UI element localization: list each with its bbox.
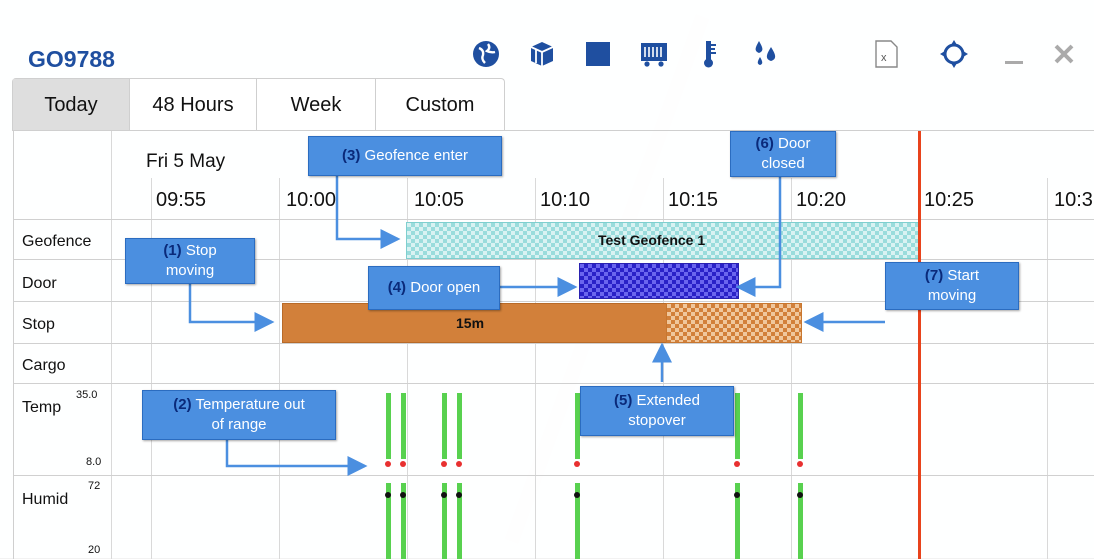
temp-max-label: 35.0 bbox=[76, 389, 98, 401]
humid-reading-dot bbox=[400, 492, 406, 498]
time-tick: 10:15 bbox=[668, 189, 719, 211]
temp-min-label: 8.0 bbox=[86, 456, 102, 468]
callout-number: (6) bbox=[755, 135, 774, 152]
callout-text: Door open bbox=[406, 279, 481, 296]
current-time-line bbox=[918, 131, 921, 559]
callout-text: Stop bbox=[181, 242, 217, 259]
temp-alert-dot bbox=[734, 461, 740, 467]
temp-alert-dot bbox=[456, 461, 462, 467]
callout-stop-moving: (1) Stop moving bbox=[125, 238, 255, 284]
temp-alert-dot bbox=[797, 461, 803, 467]
temp-alert-dot bbox=[400, 461, 406, 467]
time-tick: 10:10 bbox=[540, 189, 591, 211]
minimize-icon[interactable] bbox=[996, 36, 1032, 72]
callout-text: Geofence enter bbox=[360, 147, 468, 164]
svg-text:x: x bbox=[881, 52, 887, 64]
row-label-geofence: Geofence bbox=[22, 233, 92, 250]
square-icon[interactable] bbox=[580, 36, 616, 72]
callout-door-open: (4) Door open bbox=[368, 266, 500, 310]
callout-number: (4) bbox=[387, 279, 407, 296]
timeline-grid: Fri 5 May 09:55 10:00 10:05 10:10 10:15 … bbox=[13, 130, 1094, 559]
callout-text: moving bbox=[927, 287, 977, 304]
bus-icon[interactable] bbox=[636, 36, 672, 72]
excel-export-icon[interactable]: x bbox=[868, 36, 904, 72]
row-label-door: Door bbox=[22, 275, 57, 292]
close-icon[interactable] bbox=[1046, 36, 1082, 72]
humid-reading-dot bbox=[385, 492, 391, 498]
thermometer-icon[interactable] bbox=[692, 36, 728, 72]
temp-bar bbox=[735, 393, 740, 459]
time-tick: 09:55 bbox=[156, 189, 207, 211]
callout-geofence-enter: (3) Geofence enter bbox=[308, 136, 502, 176]
tab-today[interactable]: Today bbox=[13, 79, 130, 131]
callout-text: Start bbox=[943, 267, 980, 284]
temp-bar bbox=[442, 393, 447, 459]
humid-reading-dot bbox=[456, 492, 462, 498]
row-label-stop: Stop bbox=[22, 316, 55, 333]
humid-reading-dot bbox=[734, 492, 740, 498]
temp-bar bbox=[457, 393, 462, 459]
stop-duration-label: 15m bbox=[456, 315, 485, 331]
callout-text: stopover bbox=[628, 412, 686, 429]
temp-bar bbox=[798, 393, 803, 459]
time-tick: 10:20 bbox=[796, 189, 847, 211]
humid-min-label: 20 bbox=[88, 544, 101, 556]
tab-48-hours[interactable]: 48 Hours bbox=[130, 79, 257, 131]
timeline-date: Fri 5 May bbox=[146, 151, 226, 172]
callout-number: (1) bbox=[163, 242, 182, 259]
temp-bar bbox=[386, 393, 391, 459]
timeline-panel: GO9788 x Today 48 Hours Week Custom Fri … bbox=[0, 0, 1094, 559]
callout-start-moving: (7) Start moving bbox=[885, 262, 1019, 310]
callout-text: moving bbox=[165, 262, 215, 279]
tab-custom[interactable]: Custom bbox=[376, 79, 504, 131]
humid-max-label: 72 bbox=[88, 480, 101, 492]
temp-alert-dot bbox=[574, 461, 580, 467]
time-tick: 10:3 bbox=[1054, 189, 1093, 211]
cube-icon[interactable] bbox=[524, 36, 560, 72]
callout-door-closed: (6) Door closed bbox=[730, 131, 836, 177]
time-tick: 10:00 bbox=[286, 189, 337, 211]
humid-reading-dot bbox=[797, 492, 803, 498]
row-label-cargo: Cargo bbox=[22, 357, 66, 374]
callout-text: closed bbox=[761, 155, 805, 172]
row-label-temp: Temp bbox=[22, 399, 62, 416]
callout-text: Temperature out bbox=[191, 396, 305, 413]
crosshair-icon[interactable] bbox=[936, 36, 972, 72]
temp-alert-dot bbox=[441, 461, 447, 467]
callout-number: (2) bbox=[173, 396, 192, 413]
vehicle-title: GO9788 bbox=[28, 46, 115, 72]
time-tick: 10:05 bbox=[414, 189, 465, 211]
row-label-humid: Humid bbox=[22, 491, 69, 508]
droplets-icon[interactable] bbox=[748, 36, 784, 72]
door-open-bar[interactable] bbox=[579, 263, 739, 299]
time-tick: 10:25 bbox=[924, 189, 975, 211]
globe-icon[interactable] bbox=[468, 36, 504, 72]
temp-bar bbox=[401, 393, 406, 459]
callout-number: (5) bbox=[614, 392, 633, 409]
temp-alert-dot bbox=[385, 461, 391, 467]
callout-text: of range bbox=[211, 416, 267, 433]
callout-number: (7) bbox=[924, 267, 944, 284]
callout-text: Extended bbox=[632, 392, 700, 409]
callout-number: (3) bbox=[342, 147, 361, 164]
callout-extended-stopover: (5) Extended stopover bbox=[580, 386, 734, 436]
extended-stop-bar[interactable] bbox=[666, 303, 802, 343]
humid-reading-dot bbox=[441, 492, 447, 498]
geofence-bar-label: Test Geofence 1 bbox=[598, 232, 706, 248]
humid-reading-dot bbox=[574, 492, 580, 498]
callout-temperature-out-of-range: (2) Temperature out of range bbox=[142, 390, 336, 440]
callout-text: Door bbox=[773, 135, 811, 152]
tab-week[interactable]: Week bbox=[257, 79, 376, 131]
panel-header: GO9788 x bbox=[0, 16, 1094, 78]
range-tabs: Today 48 Hours Week Custom bbox=[12, 78, 505, 131]
